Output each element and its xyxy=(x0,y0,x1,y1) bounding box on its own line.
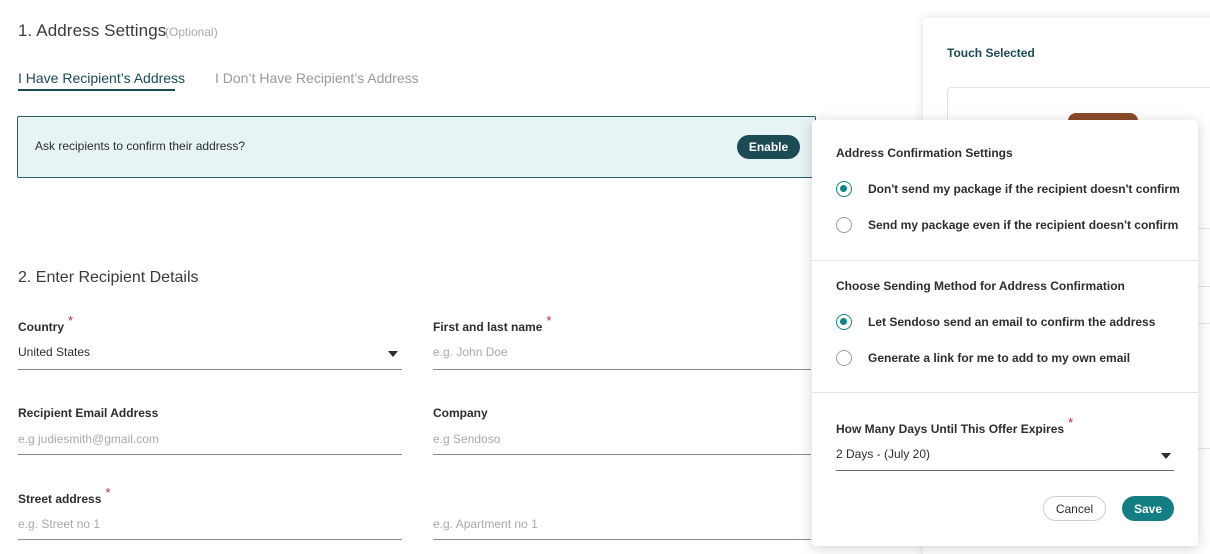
enable-button[interactable]: Enable xyxy=(737,135,800,159)
radio-unchecked-icon[interactable] xyxy=(836,217,852,233)
company-underline xyxy=(433,454,811,455)
address-confirm-banner: Ask recipients to confirm their address?… xyxy=(17,116,816,178)
street-underline xyxy=(18,539,402,540)
email-input[interactable]: e.g judiesmith@gmail.com xyxy=(18,432,159,446)
radio-send-anyway[interactable]: Send my package even if the recipient do… xyxy=(836,216,1178,234)
radio-sendoso-email[interactable]: Let Sendoso send an email to confirm the… xyxy=(836,313,1155,331)
radio-label: Generate a link for me to add to my own … xyxy=(868,351,1131,365)
company-input[interactable]: e.g Sendoso xyxy=(433,432,500,446)
street-input[interactable]: e.g. Street no 1 xyxy=(18,517,100,531)
active-tab-underline xyxy=(18,89,175,91)
required-marker: * xyxy=(68,313,74,328)
country-underline xyxy=(18,369,402,370)
tab-dont-have-address[interactable]: I Don’t Have Recipient’s Address xyxy=(215,70,419,86)
apartment-input[interactable]: e.g. Apartment no 1 xyxy=(433,517,538,531)
address-confirmation-popover: Address Confirmation Settings Don't send… xyxy=(812,120,1198,546)
apartment-underline xyxy=(433,539,811,540)
required-marker: * xyxy=(1068,415,1074,430)
popover-divider xyxy=(812,392,1198,393)
radio-generate-link[interactable]: Generate a link for me to add to my own … xyxy=(836,349,1130,367)
expiry-underline xyxy=(836,470,1174,471)
chevron-down-icon xyxy=(388,351,398,357)
address-settings-title: 1. Address Settings xyxy=(18,21,167,40)
name-label: First and last name * xyxy=(433,313,551,334)
radio-unchecked-icon[interactable] xyxy=(836,350,852,366)
radio-label: Send my package even if the recipient do… xyxy=(868,218,1179,232)
confirm-prompt-text: Ask recipients to confirm their address? xyxy=(35,139,246,153)
expiry-select[interactable]: 2 Days - (July 20) xyxy=(836,442,1174,470)
country-select[interactable]: United States xyxy=(18,340,402,370)
radio-checked-icon[interactable] xyxy=(836,181,852,197)
radio-dont-send[interactable]: Don't send my package if the recipient d… xyxy=(836,180,1180,198)
tab-have-address[interactable]: I Have Recipient’s Address xyxy=(18,70,185,86)
recipient-details-title: 2. Enter Recipient Details xyxy=(18,269,199,286)
confirmation-settings-heading: Address Confirmation Settings xyxy=(836,146,1013,160)
name-label-text: First and last name xyxy=(433,320,543,334)
save-button[interactable]: Save xyxy=(1122,496,1174,521)
street-label: Street address * xyxy=(18,485,110,506)
email-label: Recipient Email Address xyxy=(18,406,159,420)
expiry-label: How Many Days Until This Offer Expires * xyxy=(836,415,1073,436)
required-marker: * xyxy=(105,485,111,500)
name-underline xyxy=(433,369,811,370)
chevron-down-icon xyxy=(1161,453,1171,459)
street-label-text: Street address xyxy=(18,492,102,506)
name-input[interactable]: e.g. John Doe xyxy=(433,345,508,359)
touch-selected-title: Touch Selected xyxy=(947,46,1035,60)
required-marker: * xyxy=(546,313,552,328)
radio-label: Let Sendoso send an email to confirm the… xyxy=(868,315,1156,329)
sending-method-heading: Choose Sending Method for Address Confir… xyxy=(836,279,1125,293)
cancel-button[interactable]: Cancel xyxy=(1043,496,1106,521)
country-value: United States xyxy=(18,345,91,359)
radio-checked-icon[interactable] xyxy=(836,314,852,330)
company-label: Company xyxy=(433,406,488,420)
popover-divider xyxy=(812,260,1198,261)
radio-label: Don't send my package if the recipient d… xyxy=(868,182,1180,196)
expiry-label-text: How Many Days Until This Offer Expires xyxy=(836,422,1065,436)
optional-label: (Optional) xyxy=(165,25,218,39)
expiry-value: 2 Days - (July 20) xyxy=(836,447,931,461)
country-label: Country * xyxy=(18,313,73,334)
email-underline xyxy=(18,454,402,455)
country-label-text: Country xyxy=(18,320,64,334)
